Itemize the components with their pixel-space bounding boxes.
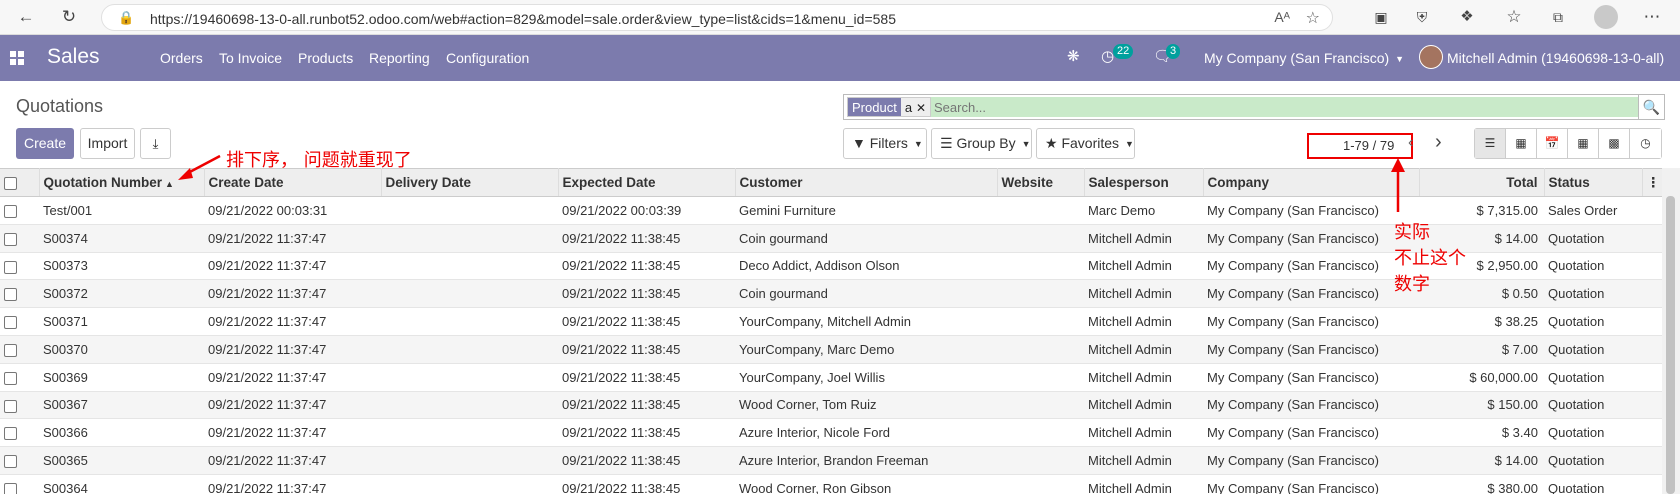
pager-annotation-line3: 数字 — [1394, 274, 1430, 295]
sort-arrow — [185, 154, 221, 176]
sort-annotation: 排下序， 问题就重现了 — [226, 150, 412, 171]
pager-arrowhead — [1391, 158, 1405, 172]
pager-annotation-line1: 实际 — [1394, 222, 1430, 243]
pager-annotation-line2: 不止这个 — [1394, 248, 1466, 269]
sort-arrowhead — [178, 168, 193, 180]
